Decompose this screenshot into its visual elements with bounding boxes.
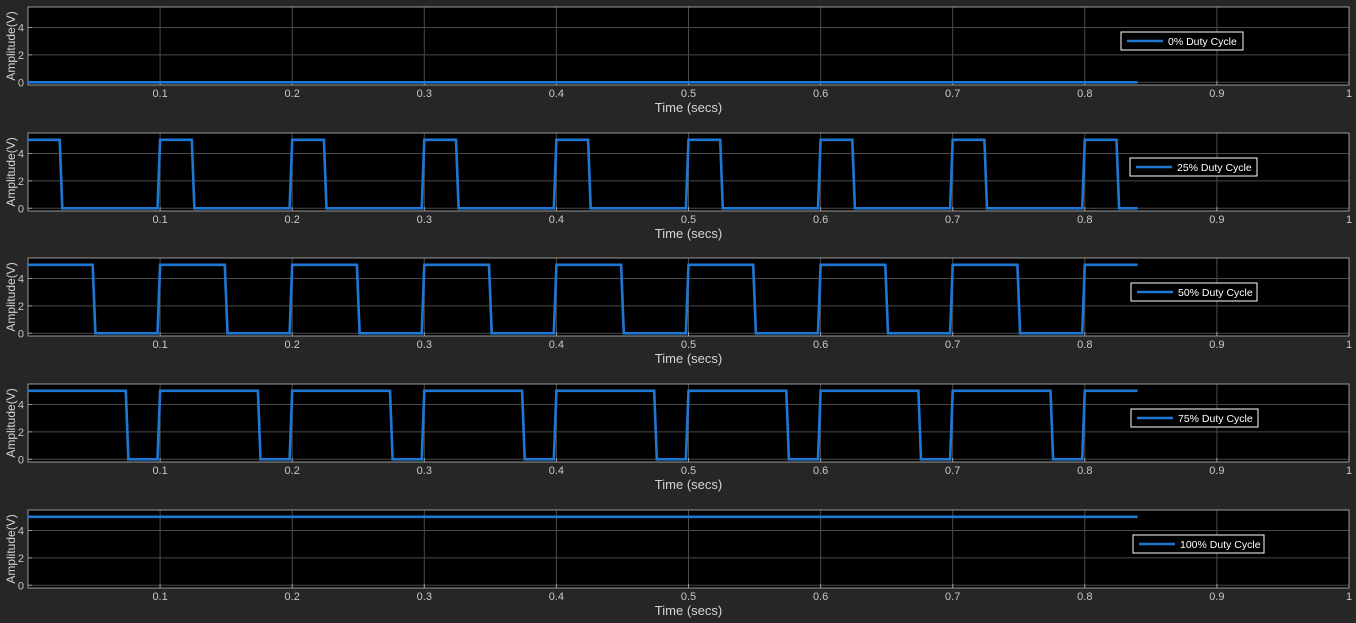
x-tick-label: 0.1 [152, 339, 167, 351]
x-tick-label: 0.9 [1209, 339, 1224, 351]
x-tick-label: 0.4 [549, 88, 564, 100]
x-tick-label: 0.2 [285, 465, 300, 477]
x-tick-label: 0.6 [813, 214, 828, 226]
y-tick-label: 0 [18, 203, 24, 215]
x-tick-label: 0.3 [417, 465, 432, 477]
x-tick-label: 0.5 [681, 214, 696, 226]
x-tick-label: 1 [1346, 214, 1352, 226]
x-tick-label: 0.7 [945, 465, 960, 477]
x-tick-label: 0.4 [549, 465, 564, 477]
x-tick-label: 0.8 [1077, 214, 1092, 226]
legend-label: 0% Duty Cycle [1168, 36, 1237, 48]
x-tick-label: 0.3 [417, 88, 432, 100]
x-tick-label: 1 [1346, 465, 1352, 477]
legend-label: 25% Duty Cycle [1177, 162, 1252, 174]
y-axis-label: Amplitude(V) [4, 11, 18, 80]
y-tick-label: 2 [18, 50, 24, 62]
x-tick-label: 0.9 [1209, 591, 1224, 603]
x-tick-label: 0.1 [152, 88, 167, 100]
x-tick-label: 0.7 [945, 88, 960, 100]
y-tick-label: 2 [18, 176, 24, 188]
x-tick-label: 0.6 [813, 339, 828, 351]
x-tick-label: 0.5 [681, 339, 696, 351]
x-tick-label: 0.9 [1209, 214, 1224, 226]
y-tick-label: 2 [18, 553, 24, 565]
y-tick-label: 0 [18, 454, 24, 466]
y-tick-label: 4 [18, 274, 24, 286]
y-tick-label: 4 [18, 526, 24, 538]
x-tick-label: 0.1 [152, 465, 167, 477]
x-tick-label: 0.7 [945, 339, 960, 351]
x-axis-label: Time (secs) [655, 477, 722, 492]
x-tick-label: 0.9 [1209, 465, 1224, 477]
x-tick-label: 0.7 [945, 214, 960, 226]
x-tick-label: 0.6 [813, 465, 828, 477]
x-axis-label: Time (secs) [655, 351, 722, 366]
x-tick-label: 0.3 [417, 339, 432, 351]
duty-cycle-figure: 0.1 0.2 0.3 0.4 0.5 0.6 0.7 0.8 0.9 1 0 2 4 Time (sec… [0, 0, 1356, 623]
y-tick-label: 0 [18, 580, 24, 592]
y-axis-label: Amplitude(V) [4, 137, 18, 206]
y-tick-label: 0 [18, 77, 24, 89]
legend: 0% Duty Cycle [1120, 31, 1244, 51]
y-axis-label: Amplitude(V) [4, 514, 18, 583]
x-tick-label: 1 [1346, 88, 1352, 100]
x-tick-label: 0.6 [813, 88, 828, 100]
legend-label: 75% Duty Cycle [1178, 413, 1253, 425]
legend: 100% Duty Cycle [1132, 534, 1265, 554]
y-tick-label: 4 [18, 23, 24, 35]
x-axis-label: Time (secs) [655, 603, 722, 618]
legend: 25% Duty Cycle [1129, 157, 1258, 177]
y-tick-label: 2 [18, 427, 24, 439]
x-tick-label: 0.8 [1077, 465, 1092, 477]
x-tick-label: 0.4 [549, 591, 564, 603]
legend: 75% Duty Cycle [1130, 408, 1259, 428]
x-tick-label: 0.3 [417, 591, 432, 603]
x-tick-label: 0.5 [681, 465, 696, 477]
x-tick-label: 0.2 [285, 591, 300, 603]
legend-label: 100% Duty Cycle [1180, 539, 1261, 551]
x-tick-label: 0.9 [1209, 88, 1224, 100]
x-tick-label: 0.4 [549, 214, 564, 226]
y-axis-label: Amplitude(V) [4, 388, 18, 457]
x-tick-label: 0.6 [813, 591, 828, 603]
x-tick-label: 1 [1346, 591, 1352, 603]
x-axis-label: Time (secs) [655, 100, 722, 115]
y-tick-label: 2 [18, 301, 24, 313]
x-tick-label: 1 [1346, 339, 1352, 351]
x-tick-label: 0.1 [152, 214, 167, 226]
x-tick-label: 0.2 [285, 214, 300, 226]
y-tick-label: 4 [18, 400, 24, 412]
x-tick-label: 0.7 [945, 591, 960, 603]
x-tick-label: 0.5 [681, 591, 696, 603]
y-tick-label: 4 [18, 149, 24, 161]
x-tick-label: 0.2 [285, 339, 300, 351]
y-tick-label: 0 [18, 328, 24, 340]
x-axis-label: Time (secs) [655, 226, 722, 241]
x-tick-label: 0.4 [549, 339, 564, 351]
x-tick-label: 0.8 [1077, 88, 1092, 100]
x-tick-label: 0.8 [1077, 339, 1092, 351]
x-tick-label: 0.8 [1077, 591, 1092, 603]
x-tick-label: 0.3 [417, 214, 432, 226]
x-tick-label: 0.2 [285, 88, 300, 100]
x-tick-label: 0.5 [681, 88, 696, 100]
x-tick-label: 0.1 [152, 591, 167, 603]
y-axis-label: Amplitude(V) [4, 262, 18, 331]
legend: 50% Duty Cycle [1130, 282, 1258, 302]
legend-label: 50% Duty Cycle [1178, 287, 1253, 299]
